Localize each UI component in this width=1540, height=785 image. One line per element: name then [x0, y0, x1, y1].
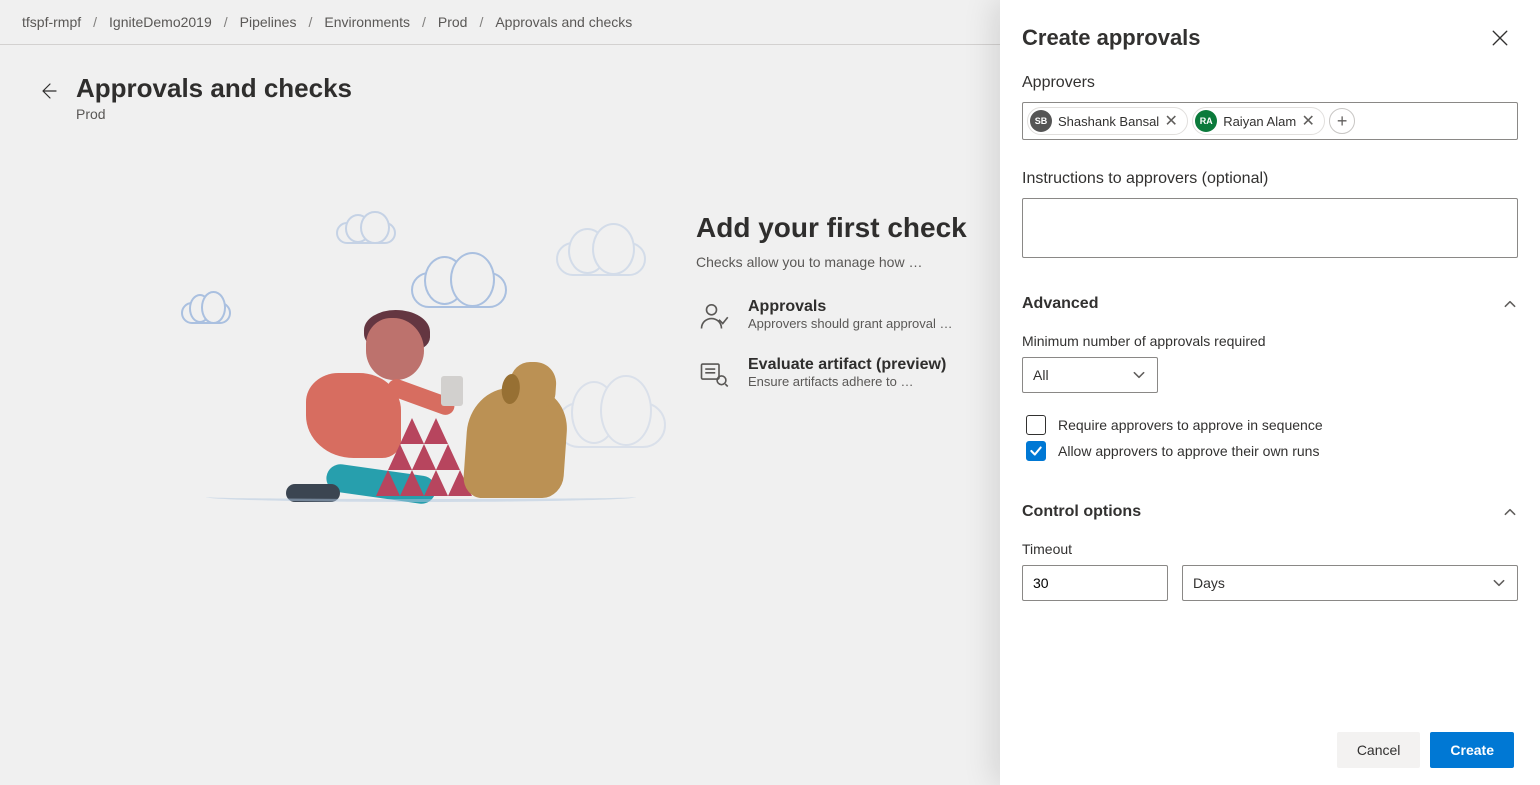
chevron-down-icon — [1491, 575, 1507, 591]
select-value: All — [1033, 367, 1049, 383]
avatar: SB — [1030, 110, 1052, 132]
create-approvals-panel: Create approvals Approvers SB Shashank B… — [1000, 0, 1540, 785]
approver-chip: RA Raiyan Alam ✕ — [1192, 107, 1325, 135]
section-heading: Control options — [1022, 503, 1141, 521]
min-approvals-select[interactable]: All — [1022, 357, 1158, 393]
panel-body-scroll[interactable]: Approvers SB Shashank Bansal ✕ RA Raiyan… — [1000, 62, 1540, 715]
remove-approver-icon[interactable]: ✕ — [1161, 111, 1181, 131]
approver-name: Raiyan Alam — [1223, 114, 1296, 129]
ownruns-checkbox[interactable] — [1026, 441, 1046, 461]
avatar: RA — [1195, 110, 1217, 132]
timeout-value-input[interactable] — [1022, 565, 1168, 601]
timeout-unit-select[interactable]: Days — [1182, 565, 1518, 601]
create-button[interactable]: Create — [1430, 732, 1514, 768]
sequence-checkbox[interactable] — [1026, 415, 1046, 435]
min-approvals-label: Minimum number of approvals required — [1022, 333, 1518, 349]
remove-approver-icon[interactable]: ✕ — [1298, 111, 1318, 131]
section-heading: Advanced — [1022, 295, 1098, 313]
select-value: Days — [1193, 575, 1225, 591]
chevron-up-icon — [1502, 504, 1518, 520]
instructions-label: Instructions to approvers (optional) — [1022, 170, 1518, 188]
cancel-button[interactable]: Cancel — [1337, 732, 1421, 768]
ownruns-checkbox-label: Allow approvers to approve their own run… — [1058, 443, 1319, 459]
chevron-down-icon — [1131, 367, 1147, 383]
close-icon[interactable] — [1486, 24, 1514, 52]
sequence-checkbox-label: Require approvers to approve in sequence — [1058, 417, 1323, 433]
advanced-section-toggle[interactable]: Advanced — [1022, 295, 1518, 313]
approvers-picker[interactable]: SB Shashank Bansal ✕ RA Raiyan Alam ✕ + — [1022, 102, 1518, 140]
timeout-label: Timeout — [1022, 541, 1518, 557]
approver-chip: SB Shashank Bansal ✕ — [1027, 107, 1188, 135]
chevron-up-icon — [1502, 296, 1518, 312]
panel-title: Create approvals — [1022, 25, 1201, 51]
control-options-toggle[interactable]: Control options — [1022, 503, 1518, 521]
add-approver-icon[interactable]: + — [1329, 108, 1355, 134]
instructions-input[interactable] — [1022, 198, 1518, 258]
approvers-label: Approvers — [1022, 74, 1518, 92]
approver-name: Shashank Bansal — [1058, 114, 1159, 129]
